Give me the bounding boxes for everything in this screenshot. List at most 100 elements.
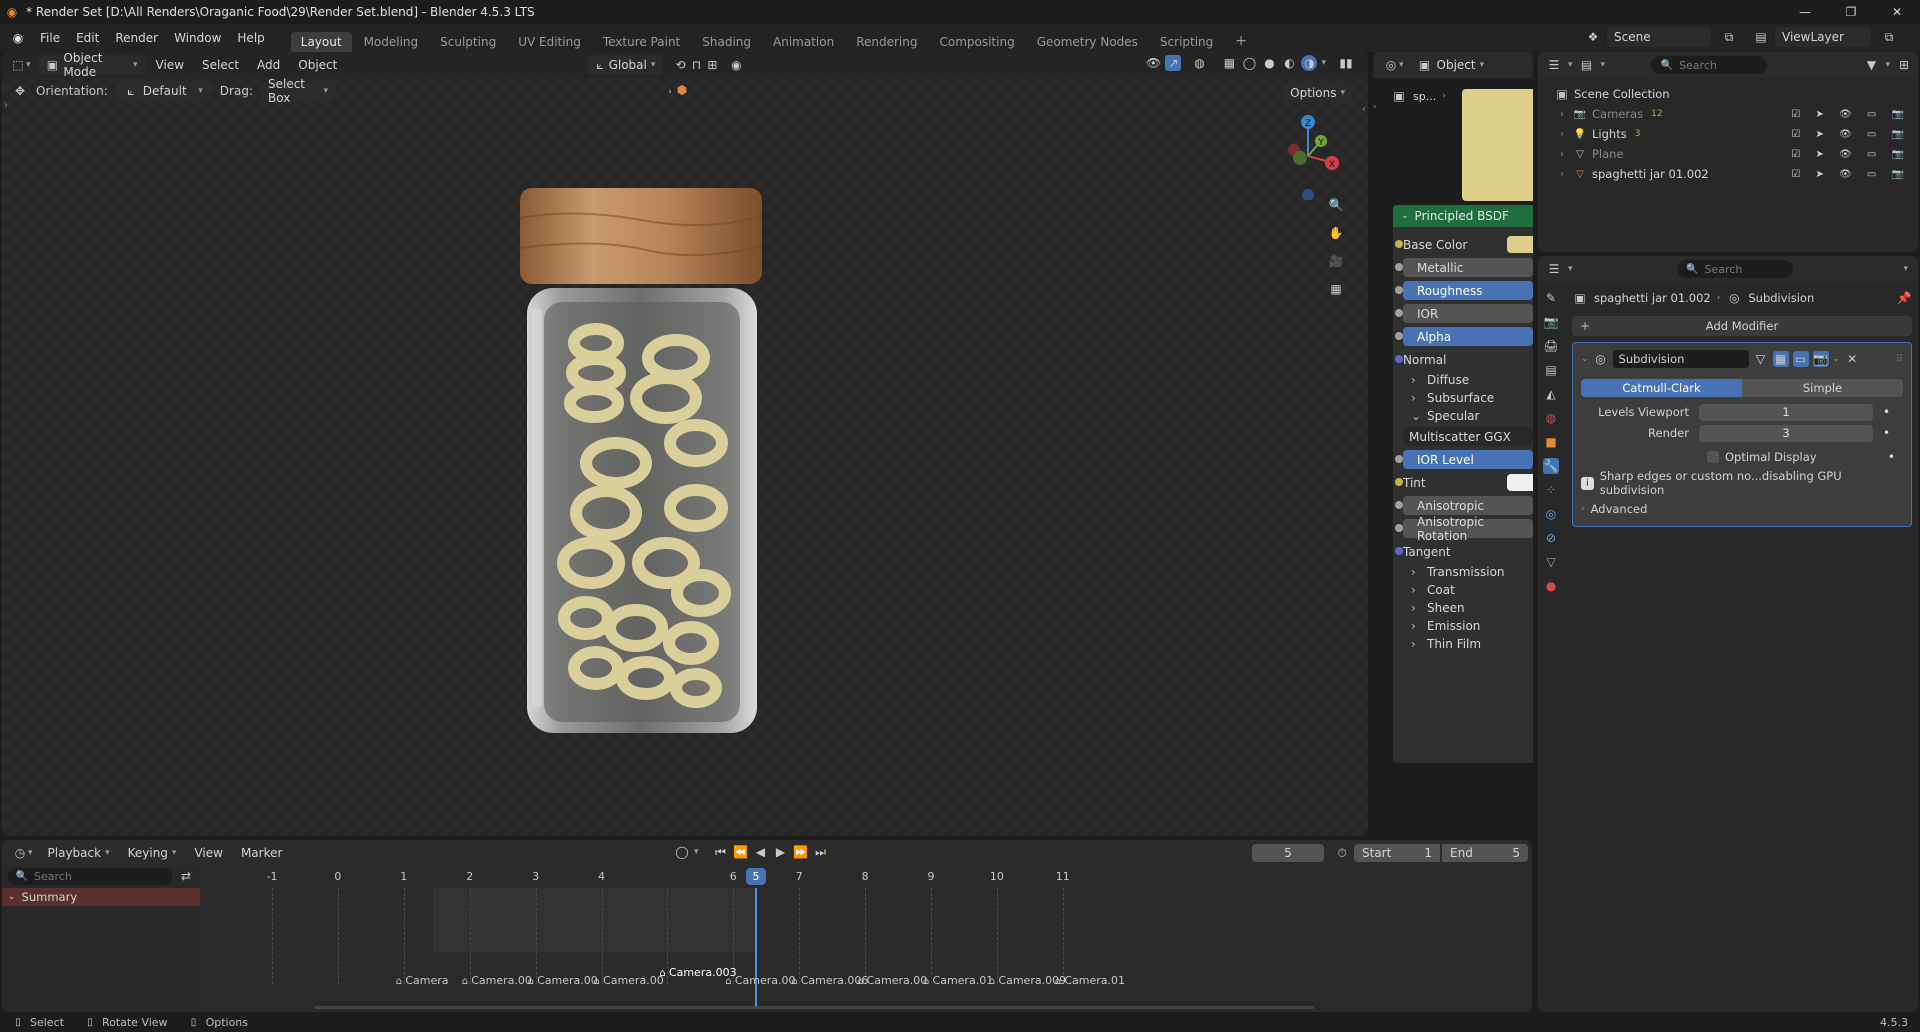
add-workspace-button[interactable]: + bbox=[1225, 30, 1257, 52]
outliner-item-plane[interactable]: › ▽ Plane ☑ ➤ 👁 ▭ 📷 bbox=[1554, 144, 1918, 164]
advanced-subpanel[interactable]: › Advanced bbox=[1581, 500, 1903, 518]
distribution-dropdown[interactable]: Multiscatter GGX bbox=[1403, 427, 1533, 446]
summary-channel[interactable]: ⌄ Summary bbox=[2, 888, 200, 906]
orientation-dropdown[interactable]: ⟀ Default ▾ bbox=[115, 81, 210, 101]
node-row-emission[interactable]: › Emission bbox=[1403, 617, 1533, 635]
render-toggle-icon[interactable]: 📷 bbox=[1812, 351, 1829, 367]
close-button[interactable]: ✕ bbox=[1874, 5, 1920, 19]
minimize-button[interactable]: — bbox=[1782, 5, 1828, 19]
camera-marker[interactable]: ⌂ Camera.00 bbox=[857, 974, 927, 987]
move-tool-icon[interactable]: ✥ bbox=[12, 83, 28, 99]
node-row-metallic[interactable]: Metallic bbox=[1395, 256, 1533, 279]
node-field-anisotropic[interactable]: Anisotropic bbox=[1403, 496, 1533, 515]
node-field-ior[interactable]: IOR bbox=[1403, 304, 1533, 323]
particles-tab-icon[interactable]: ⁘ bbox=[1543, 482, 1559, 498]
input-socket[interactable] bbox=[1395, 332, 1403, 340]
visibility-icon[interactable]: 👁 bbox=[1145, 55, 1161, 71]
expand-arrow-icon[interactable]: › bbox=[1560, 149, 1572, 160]
camera-marker[interactable]: ⌂ Camera.01 bbox=[923, 974, 993, 987]
tab-sculpting[interactable]: Sculpting bbox=[430, 32, 506, 52]
menu-render[interactable]: Render bbox=[107, 31, 166, 45]
properties-editor[interactable]: ☰ ▾ 🔍 Search ▾ ✎ 📷 🖨 ▤ ◭ ◍ ■ 🔧 ⁘ ◎ ⊘ ▽ ● … bbox=[1538, 256, 1918, 1012]
input-socket[interactable] bbox=[1395, 240, 1403, 248]
overlays-icon[interactable]: ◍ bbox=[1191, 55, 1207, 71]
input-socket[interactable] bbox=[1395, 455, 1403, 463]
3d-viewport[interactable]: ⬚ ▾ ▣ Object Mode ▾ View Select Add Object… bbox=[2, 52, 1368, 836]
on-cage-icon[interactable]: ▽ bbox=[1753, 351, 1769, 367]
timeline-type-icon[interactable]: ◷ bbox=[12, 845, 28, 861]
outliner-search[interactable]: 🔍 Search bbox=[1651, 56, 1768, 74]
scene-collection-row[interactable]: ▣ Scene Collection bbox=[1554, 84, 1918, 104]
simple-option[interactable]: Simple bbox=[1742, 379, 1903, 397]
modifier-collapse-icon[interactable]: ⌄ bbox=[1581, 354, 1589, 364]
optimal-display-checkbox[interactable] bbox=[1707, 451, 1719, 463]
output-tab-icon[interactable]: 🖨 bbox=[1543, 338, 1559, 354]
expand-arrow-icon[interactable]: › bbox=[1560, 109, 1572, 120]
tab-animation[interactable]: Animation bbox=[763, 32, 844, 52]
toolbar-toggle[interactable]: › bbox=[4, 100, 8, 111]
prev-keyframe-icon[interactable]: ⏪ bbox=[733, 844, 749, 860]
auto-key-icon[interactable]: ◯ bbox=[674, 844, 690, 860]
input-socket[interactable] bbox=[1395, 478, 1403, 486]
snap-icon[interactable]: ⊓ bbox=[688, 57, 704, 73]
pan-hand-icon[interactable]: ✋ bbox=[1328, 225, 1344, 241]
input-socket[interactable] bbox=[1395, 286, 1403, 294]
camera-marker[interactable]: ⌂ Camera.00 bbox=[528, 974, 598, 987]
end-field[interactable]: End 5 bbox=[1442, 844, 1528, 862]
timeline[interactable]: ◷ ▾ Playback ▾ Keying ▾ View Marker ◯ ▾ ⏮ ⏪… bbox=[2, 840, 1532, 1012]
frame-ruler[interactable]: -1 0 1 2 3 4 6 7 8 9 10 11 bbox=[202, 870, 1530, 886]
next-keyframe-icon[interactable]: ⏩ bbox=[793, 844, 809, 860]
playhead-frame-badge[interactable]: 5 bbox=[746, 868, 766, 885]
camera-marker[interactable]: ⌂ Camera.01 bbox=[1055, 974, 1125, 987]
tab-rendering[interactable]: Rendering bbox=[846, 32, 927, 52]
node-row-ior-level[interactable]: IOR Level bbox=[1395, 448, 1533, 471]
node-field-roughness[interactable]: Roughness bbox=[1403, 281, 1533, 300]
timeline-menu-playback[interactable]: Playback ▾ bbox=[41, 843, 117, 863]
channel-search[interactable]: 🔍 Search bbox=[8, 867, 172, 885]
proportional-edit-icon[interactable]: ◉ bbox=[728, 57, 744, 73]
world-tab-icon[interactable]: ◍ bbox=[1543, 410, 1559, 426]
tab-modeling[interactable]: Modeling bbox=[354, 32, 429, 52]
node-row-thin-film[interactable]: › Thin Film bbox=[1403, 635, 1533, 653]
editor-type-icon[interactable]: ⬚ bbox=[10, 57, 26, 73]
viewport-options-dropdown[interactable]: Options ▾ bbox=[1283, 83, 1352, 103]
drag-handle-icon[interactable]: ⠿ bbox=[1896, 354, 1903, 365]
material-tab-icon[interactable]: ● bbox=[1543, 578, 1559, 594]
expand-arrow-icon[interactable]: › bbox=[1560, 169, 1572, 180]
scene-tab-icon[interactable]: ◭ bbox=[1543, 386, 1559, 402]
menu-file[interactable]: File bbox=[32, 31, 68, 45]
timeline-scrollbar[interactable] bbox=[314, 1006, 1314, 1009]
restriction-toggles[interactable]: ☑ ➤ 👁 ▭ 📷 bbox=[1791, 149, 1910, 160]
properties-search[interactable]: 🔍 Search bbox=[1676, 260, 1793, 278]
scene-selector[interactable]: Scene bbox=[1607, 27, 1711, 47]
outliner-type-icon[interactable]: ☰ bbox=[1546, 57, 1562, 73]
current-frame-field[interactable]: 5 bbox=[1252, 844, 1324, 862]
levels-viewport-keyframe-dot[interactable]: • bbox=[1883, 405, 1890, 419]
viewport-menu-view[interactable]: View bbox=[149, 55, 191, 75]
perspective-grid-icon[interactable]: ▦ bbox=[1328, 281, 1344, 297]
maximize-button[interactable]: ❐ bbox=[1828, 5, 1874, 19]
zoom-icon[interactable]: 🔍 bbox=[1328, 197, 1344, 213]
shading-wireframe-icon[interactable]: ◯ bbox=[1241, 55, 1257, 71]
shader-editor-type-icon[interactable]: ◎ bbox=[1383, 57, 1399, 73]
snap-target-icon[interactable]: ⊞ bbox=[704, 57, 720, 73]
modifier-tab-icon[interactable]: 🔧 bbox=[1543, 458, 1559, 474]
swap-icon[interactable]: ⇄ bbox=[178, 868, 194, 884]
shading-rendered-icon[interactable]: ◑ bbox=[1301, 55, 1318, 71]
timeline-frames-area[interactable]: -1 0 1 2 3 4 6 7 8 9 10 11 5 ⌂ Camera ⌂ Camera.00 ⌂ C… bbox=[202, 866, 1530, 1012]
outliner-item-cameras[interactable]: › 📷 Cameras 12 ☑ ➤ 👁 ▭ 📷 bbox=[1554, 104, 1918, 124]
expand-arrow-icon[interactable]: › bbox=[1560, 129, 1572, 140]
new-collection-icon[interactable]: ⊞ bbox=[1896, 57, 1912, 73]
object-tab-icon[interactable]: ■ bbox=[1543, 434, 1559, 450]
camera-marker[interactable]: ⌂ Camera.00 bbox=[594, 974, 664, 987]
camera-marker[interactable]: ⌂ Camera.00 bbox=[725, 974, 795, 987]
realtime-icon[interactable]: ▭ bbox=[1792, 351, 1809, 367]
filter-icon[interactable]: ▼ bbox=[1863, 57, 1879, 73]
view-layer-selector[interactable]: ViewLayer bbox=[1775, 27, 1871, 47]
viewport-menu-select[interactable]: Select bbox=[195, 55, 246, 75]
blender-menu-icon[interactable]: ◉ bbox=[10, 30, 26, 46]
node-row-roughness[interactable]: Roughness bbox=[1395, 279, 1533, 302]
gizmo-toggle-icon[interactable]: ↗ bbox=[1165, 55, 1182, 71]
catmull-clark-option[interactable]: Catmull-Clark bbox=[1581, 379, 1742, 397]
camera-marker[interactable]: ⌂ Camera.00 bbox=[462, 974, 532, 987]
